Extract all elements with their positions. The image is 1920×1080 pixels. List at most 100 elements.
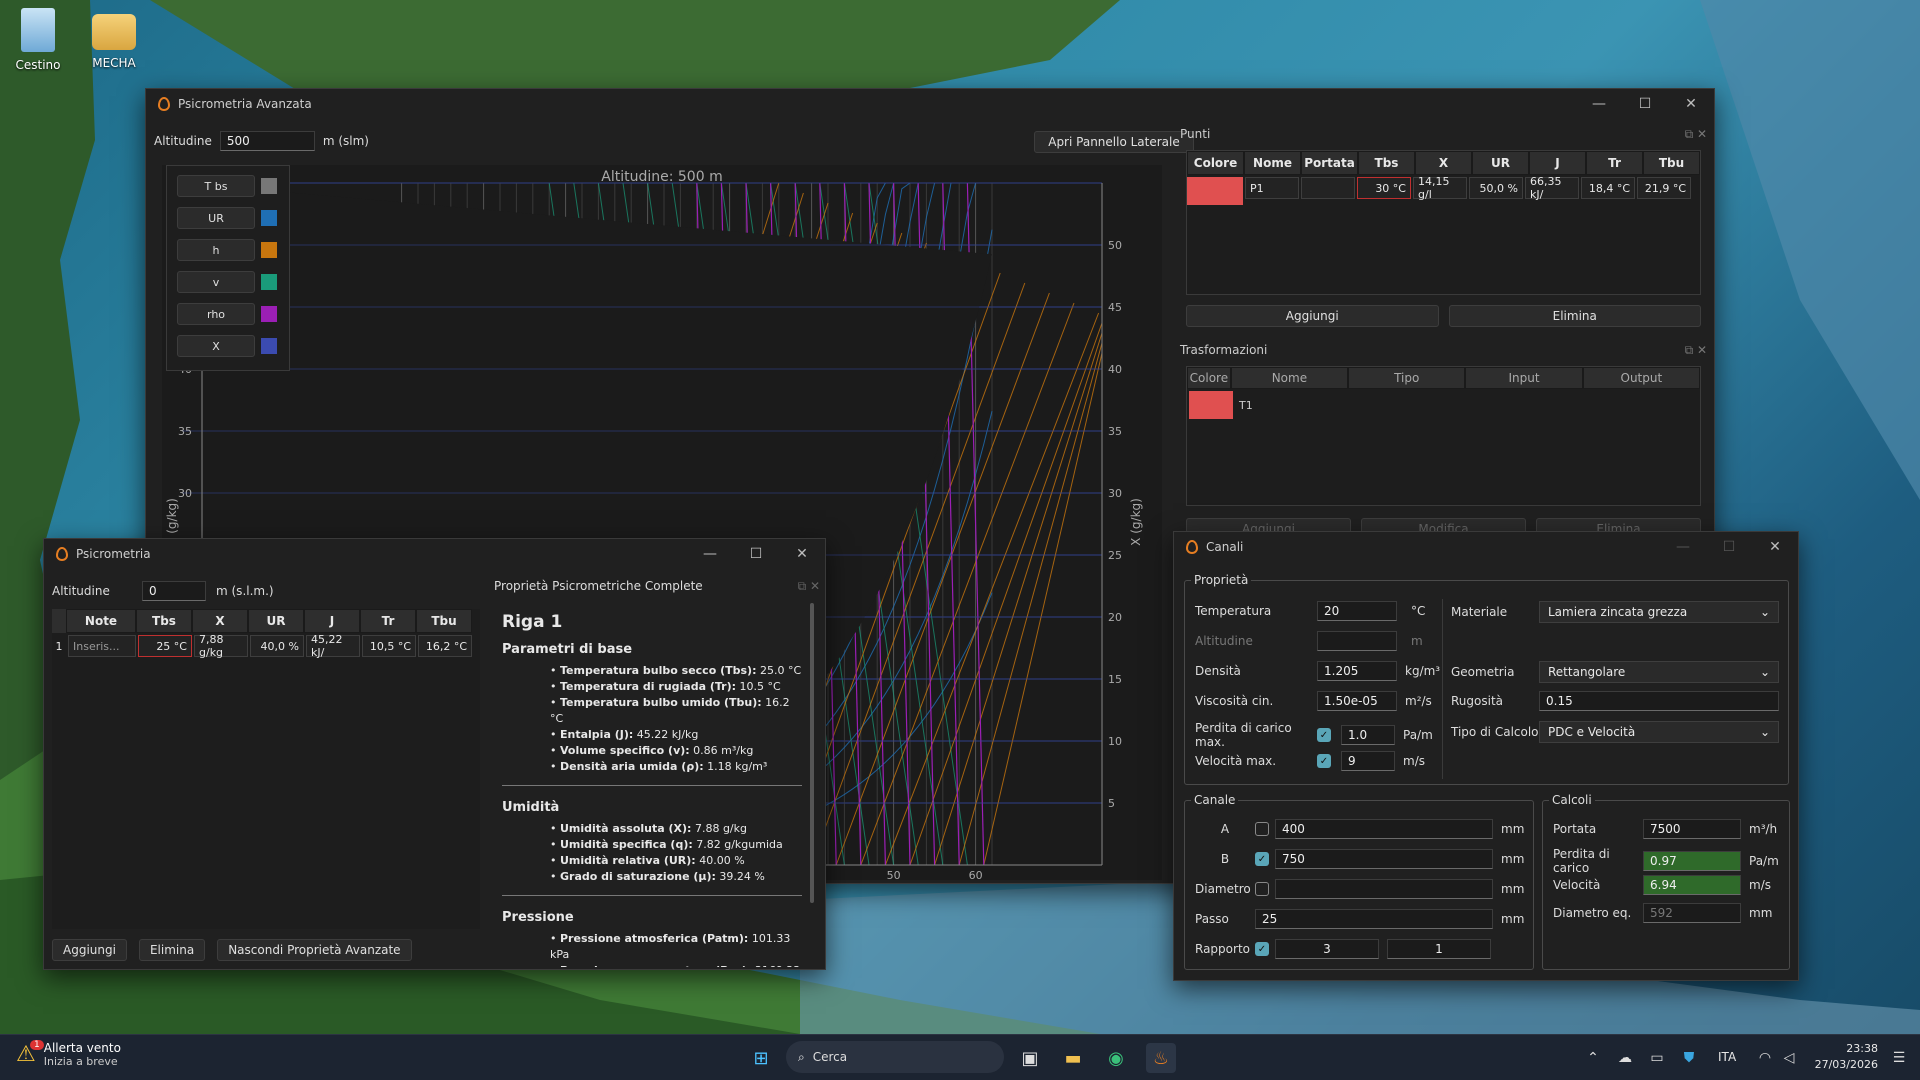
color-swatch[interactable] [261, 338, 277, 354]
toggle-h[interactable]: h [177, 238, 289, 262]
table-row[interactable]: 1 Inseris... 25 °C 7,88 g/kg 40,0 % 45,22 kJ/… [52, 633, 480, 659]
altitudine-input[interactable] [1317, 631, 1397, 651]
tipo-calcolo-select[interactable]: PDC e Velocità ⌄ [1539, 721, 1779, 743]
toggle-rho[interactable]: rho [177, 302, 289, 326]
task-view-icon[interactable]: ▣ [1015, 1043, 1045, 1073]
velocita-input[interactable]: 9 [1341, 751, 1395, 771]
diametro-input[interactable] [1275, 879, 1493, 899]
column-header[interactable]: Tr [360, 609, 416, 633]
toggle-tbs[interactable]: T bs [177, 174, 289, 198]
volume-icon[interactable]: ◁ [1774, 1043, 1804, 1073]
column-header[interactable]: Nome [1244, 151, 1301, 175]
toggle-x[interactable]: X [177, 334, 289, 358]
minimize-icon[interactable]: — [1660, 532, 1706, 562]
table-row[interactable]: T1 [1187, 389, 1700, 421]
diametro-checkbox[interactable] [1255, 882, 1269, 896]
notifications-icon[interactable]: ☰ [1884, 1043, 1914, 1073]
desktop-icon-recycle-bin[interactable]: Cestino [6, 8, 70, 72]
file-explorer-icon[interactable]: ▬ [1058, 1043, 1088, 1073]
maximize-icon[interactable]: ☐ [733, 539, 779, 569]
column-header[interactable]: X [1415, 151, 1472, 175]
search-box[interactable]: ⌕ Cerca [786, 1041, 1004, 1073]
materiale-select[interactable]: Lamiera zincata grezza ⌄ [1539, 601, 1779, 623]
toggle-button[interactable]: X [177, 335, 255, 357]
column-header[interactable]: Tbu [1643, 151, 1700, 175]
psic-add-button[interactable]: Aggiungi [52, 939, 127, 961]
chevron-up-icon[interactable]: ⌃ [1578, 1043, 1608, 1073]
cell-nome[interactable]: P1 [1245, 177, 1299, 199]
maximize-icon[interactable]: ☐ [1622, 89, 1668, 119]
cell-tbs[interactable]: 25 °C [138, 635, 192, 657]
color-swatch[interactable] [1189, 391, 1233, 419]
close-icon[interactable]: ✕ [779, 539, 825, 569]
column-header[interactable]: Colore [1187, 151, 1244, 175]
column-header[interactable]: Tipo [1348, 367, 1466, 389]
cell-x[interactable]: 14,15 g/l [1413, 175, 1467, 201]
cell-tr[interactable]: 18,4 °C [1581, 177, 1635, 199]
color-swatch[interactable] [1187, 177, 1243, 205]
temperatura-input[interactable]: 20 [1317, 601, 1397, 621]
toggle-v[interactable]: v [177, 270, 289, 294]
color-swatch[interactable] [261, 210, 277, 226]
toggle-button[interactable]: T bs [177, 175, 255, 197]
toggle-ur[interactable]: UR [177, 206, 289, 230]
close-icon[interactable]: ✕ [1668, 89, 1714, 119]
column-header[interactable]: Tbu [416, 609, 472, 633]
maximize-icon[interactable]: ☐ [1706, 532, 1752, 562]
desktop-icon-folder[interactable]: MECHA [82, 8, 146, 70]
onedrive-icon[interactable]: ☁ [1610, 1043, 1640, 1073]
column-header[interactable]: Tr [1586, 151, 1643, 175]
panel-close-icon[interactable]: ⧉ ✕ [1685, 343, 1707, 358]
toggle-button[interactable]: rho [177, 303, 255, 325]
column-header[interactable]: Colore [1187, 367, 1231, 389]
scrollbar[interactable] [810, 603, 814, 903]
perdita-input[interactable]: 1.0 [1341, 725, 1395, 745]
hide-advanced-button[interactable]: Nascondi Proprietà Avanzate [217, 939, 412, 961]
rugosita-input[interactable]: 0.15 [1539, 691, 1779, 711]
rapporto-checkbox[interactable]: ✓ [1255, 942, 1269, 956]
close-icon[interactable]: ✕ [1752, 532, 1798, 562]
column-header[interactable]: J [1529, 151, 1586, 175]
cell-note[interactable]: Inseris... [68, 635, 136, 657]
rapporto-input-2[interactable]: 1 [1387, 939, 1491, 959]
windows-start-icon[interactable]: ⊞ [746, 1043, 776, 1073]
color-swatch[interactable] [261, 178, 277, 194]
cell-x[interactable]: 7,88 g/kg [194, 633, 248, 659]
weather-widget[interactable]: ⚠ 1 Allerta vento Inizia a breve [16, 1040, 121, 1068]
column-header[interactable]: Tbs [1358, 151, 1415, 175]
column-header[interactable]: Output [1582, 367, 1700, 389]
perdita-checkbox[interactable]: ✓ [1317, 728, 1331, 742]
edge-browser-icon[interactable]: ◉ [1101, 1043, 1131, 1073]
column-header[interactable]: UR [1472, 151, 1529, 175]
toggle-button[interactable]: UR [177, 207, 255, 229]
densita-input[interactable]: 1.205 [1317, 661, 1397, 681]
altitude-input[interactable]: 500 [219, 131, 315, 151]
dim-a-input[interactable]: 400 [1275, 819, 1493, 839]
column-header[interactable]: Nome [1230, 367, 1349, 389]
clock[interactable]: 23:38 27/03/2026 [1812, 1041, 1878, 1073]
passo-input[interactable]: 25 [1255, 909, 1493, 929]
cell-tr[interactable]: 10,5 °C [362, 635, 416, 657]
column-header[interactable]: J [304, 609, 360, 633]
color-swatch[interactable] [261, 242, 277, 258]
portata-input[interactable]: 7500 [1643, 819, 1741, 839]
column-header[interactable]: Portata [1301, 151, 1358, 175]
column-header[interactable]: UR [248, 609, 304, 633]
cell-tbu[interactable]: 21,9 °C [1637, 177, 1691, 199]
device-icon[interactable]: ▭ [1642, 1043, 1672, 1073]
cell-tbs[interactable]: 30 °C [1357, 177, 1411, 199]
panel-close-icon[interactable]: ⧉ ✕ [798, 579, 820, 594]
column-header[interactable]: Tbs [136, 609, 192, 633]
color-swatch[interactable] [261, 274, 277, 290]
table-row[interactable]: P1 30 °C 14,15 g/l 50,0 % 66,35 kJ/18,4 °C 21… [1187, 175, 1700, 207]
column-header[interactable]: X [192, 609, 248, 633]
toggle-button[interactable]: h [177, 239, 255, 261]
cell-j[interactable]: 45,22 kJ/ [306, 633, 360, 659]
cell-j[interactable]: 66,35 kJ/ [1525, 175, 1579, 201]
punti-add-button[interactable]: Aggiungi [1186, 305, 1439, 327]
velocita-checkbox[interactable]: ✓ [1317, 754, 1331, 768]
altitude-input[interactable]: 0 [142, 581, 206, 601]
viscosita-input[interactable]: 1.50e-05 [1317, 691, 1397, 711]
security-shield-icon[interactable]: ⛊ [1674, 1043, 1704, 1073]
dim-a-checkbox[interactable] [1255, 822, 1269, 836]
